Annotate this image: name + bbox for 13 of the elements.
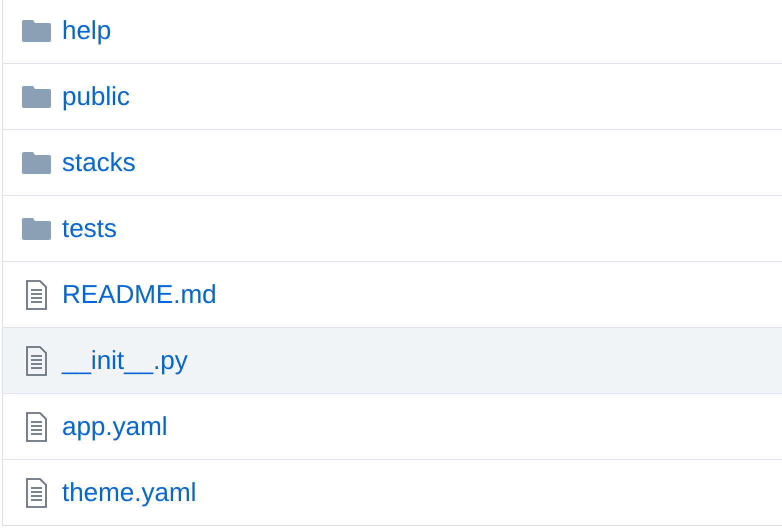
file-link[interactable]: theme.yaml — [62, 477, 196, 508]
folder-icon — [22, 20, 51, 42]
file-link[interactable]: help — [62, 15, 112, 46]
file-link[interactable]: app.yaml — [62, 411, 168, 442]
file-link[interactable]: stacks — [62, 147, 136, 178]
folder-icon — [22, 152, 51, 174]
file-row[interactable]: __init__.py — [3, 327, 782, 393]
folder-icon — [22, 86, 51, 108]
file-link[interactable]: tests — [62, 213, 117, 244]
file-link[interactable]: __init__.py — [62, 345, 188, 376]
file-link[interactable]: README.md — [62, 279, 217, 310]
file-link[interactable]: public — [62, 81, 130, 112]
folder-icon — [22, 218, 51, 240]
